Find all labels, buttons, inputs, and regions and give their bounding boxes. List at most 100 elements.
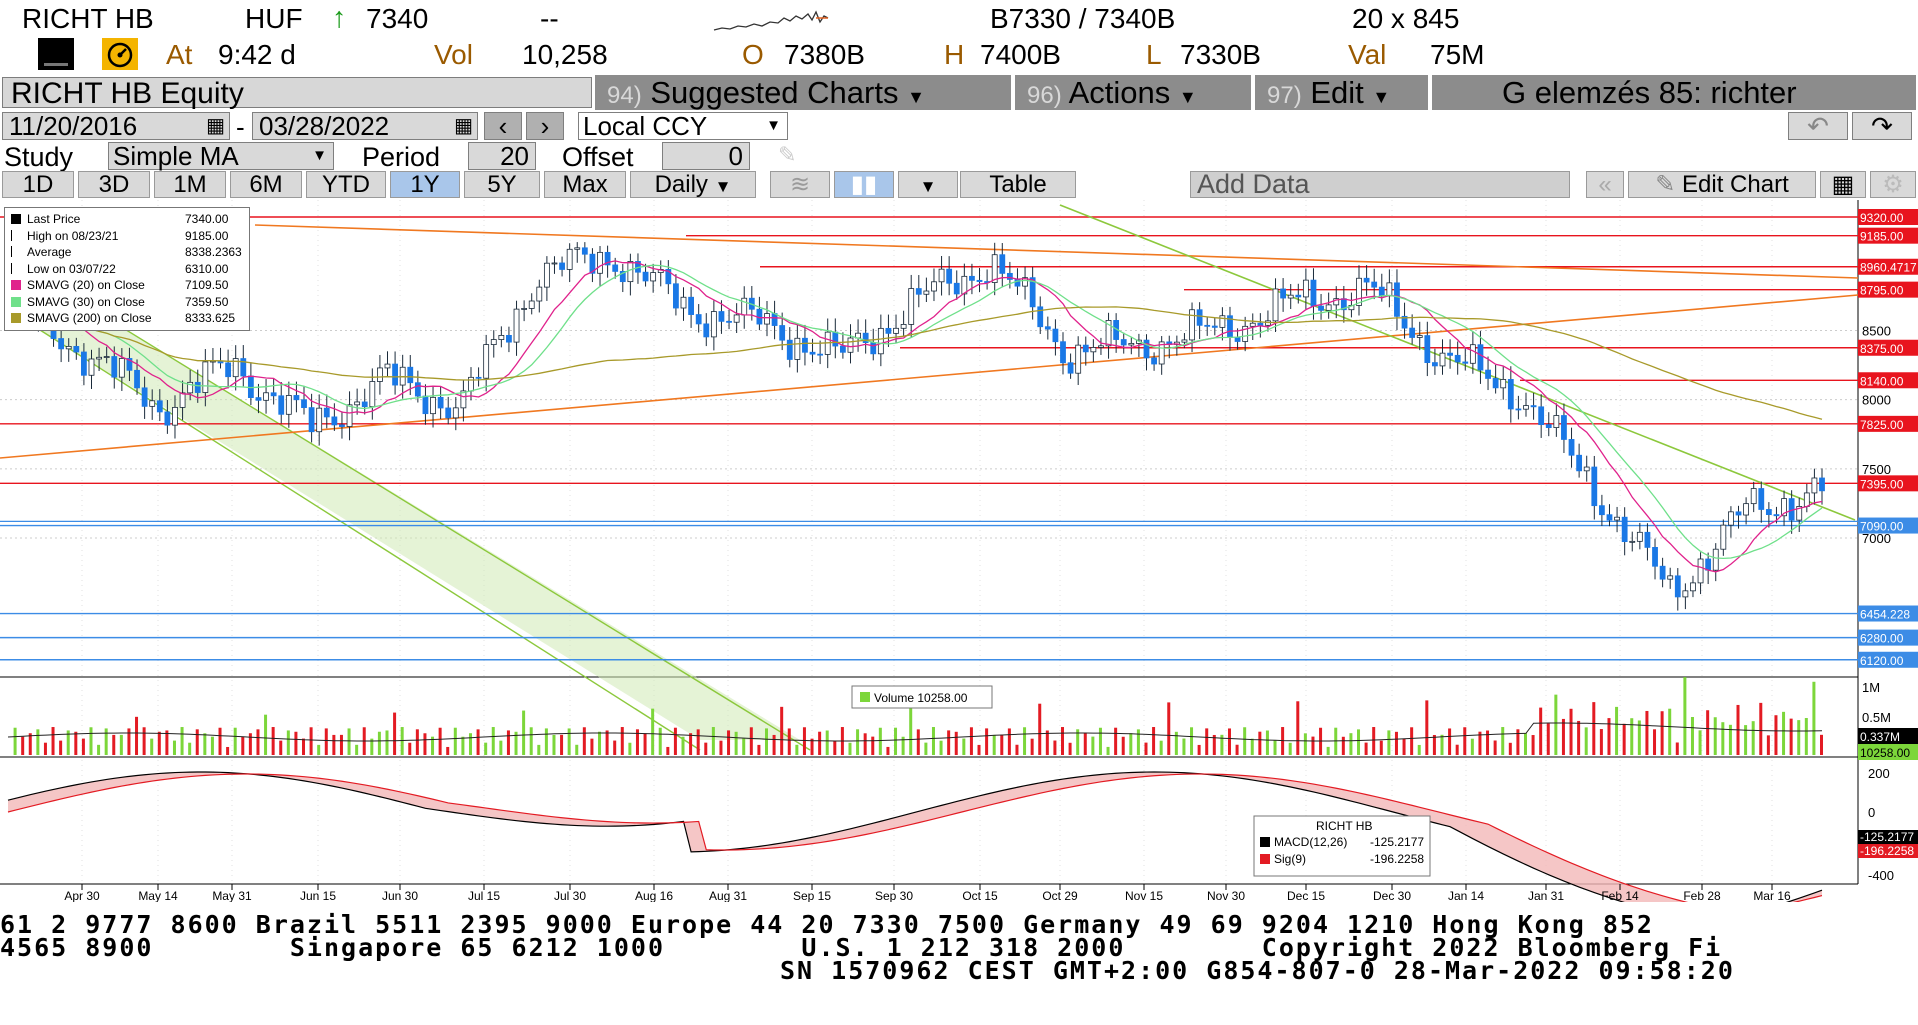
candle-body [1538, 406, 1545, 426]
period-input[interactable]: 20 [468, 142, 536, 170]
menu-number: 96) [1027, 82, 1062, 109]
undo-button[interactable]: ↶ [1788, 112, 1848, 140]
currency-select[interactable]: Local CCY ▼ [578, 112, 788, 140]
range-button-max[interactable]: Max [544, 171, 626, 198]
frequency-select[interactable]: Daily ▼ [630, 171, 756, 198]
start-date-field[interactable]: 11/20/2016 ▦ [2, 112, 230, 140]
legend-label: SMAVG (20) on Close [27, 278, 145, 292]
calendar-icon[interactable]: ▦ [206, 113, 225, 139]
chart-type-dropdown[interactable]: ▼ [898, 171, 958, 198]
range-button-6m[interactable]: 6M [230, 171, 302, 198]
candle-body [1378, 286, 1385, 297]
currency: HUF [245, 3, 303, 34]
candle-body [452, 407, 459, 419]
volume-bar [985, 728, 989, 755]
volume-bar [1152, 727, 1156, 755]
line-chart-button[interactable]: ≋ [770, 171, 830, 198]
candle-body [870, 342, 877, 355]
volume-bar [1569, 708, 1573, 755]
volume-bar [1463, 727, 1467, 755]
pencil-icon: ✎ [1655, 171, 1676, 198]
range-button-5y[interactable]: 5Y [464, 171, 540, 198]
candle-body [551, 262, 558, 265]
candle-body [202, 361, 209, 393]
volume-bar [210, 736, 214, 755]
signal-swatch-icon [1260, 854, 1270, 864]
candle-body [1098, 345, 1104, 348]
candle-body [270, 392, 277, 397]
volume-bar [506, 730, 510, 755]
x-tick-label: Jan 31 [1528, 889, 1564, 902]
volume-bar [795, 744, 799, 755]
candle-body [354, 401, 361, 406]
table-button[interactable]: Table [960, 171, 1076, 198]
volume-bar [142, 727, 146, 755]
price-level-label: 9320.00 [1860, 211, 1904, 225]
volume-bar [681, 736, 685, 755]
price-level-label: 6120.00 [1860, 654, 1904, 668]
volume-bar [484, 742, 488, 755]
candle-body [786, 339, 793, 360]
candle-body [1356, 277, 1362, 306]
candle-body [134, 369, 140, 389]
volume-bar [1000, 734, 1004, 755]
candle-body [794, 337, 801, 360]
volume-bar [916, 729, 920, 755]
candle-chart-button[interactable]: ▮▮ [834, 171, 894, 198]
candle-body [718, 311, 725, 322]
redo-button[interactable]: ↷ [1852, 112, 1912, 140]
candle-body [900, 324, 907, 329]
volume-bar [1744, 725, 1748, 755]
volume-bar [491, 727, 495, 755]
volume-bar [871, 736, 875, 755]
edit-chart-button[interactable]: ✎ Edit Chart [1628, 171, 1816, 198]
actions-menu[interactable]: 96) Actions ▼ [1015, 75, 1253, 110]
volume-bar [1599, 729, 1603, 755]
suggested-charts-menu[interactable]: 94) Suggested Charts ▼ [595, 75, 1013, 110]
legend-row: SMAVG (200) on Close 8333.625 [11, 311, 243, 326]
security-field[interactable]: RICHT HB Equity [2, 77, 592, 109]
candle-body [877, 327, 884, 355]
volume-bar [818, 731, 822, 755]
volume-bar [1265, 730, 1269, 755]
candle-body [1120, 339, 1127, 346]
black-square-icon[interactable] [38, 38, 74, 70]
next-period-button[interactable]: › [526, 112, 564, 140]
collapse-button[interactable]: « [1586, 171, 1624, 198]
candle-body [1257, 322, 1264, 326]
candle-body [323, 407, 330, 418]
volume-level-label: 0.337M [1860, 730, 1900, 744]
volume-bar [28, 733, 32, 755]
volume-bar [1766, 735, 1770, 755]
gauge-icon[interactable] [102, 38, 138, 70]
candle-body [1302, 279, 1309, 298]
gear-button[interactable]: ⚙ [1870, 171, 1916, 198]
macd-line [7, 771, 1823, 902]
candle-body [1151, 357, 1157, 365]
range-button-1y[interactable]: 1Y [390, 171, 460, 198]
range-button-3d[interactable]: 3D [78, 171, 150, 198]
edit-menu[interactable]: 97) Edit ▼ [1255, 75, 1430, 110]
volume-bar [1030, 738, 1034, 755]
study-select[interactable]: Simple MA ▼ [108, 142, 334, 170]
prev-period-button[interactable]: ‹ [484, 112, 522, 140]
price-chart[interactable]: 85008000750070009320.009185.008960.47178… [0, 200, 1918, 902]
pencil-icon[interactable]: ✎ [778, 142, 796, 168]
range-button-ytd[interactable]: YTD [306, 171, 386, 198]
range-button-1m[interactable]: 1M [154, 171, 226, 198]
x-tick-label: Jun 15 [300, 889, 336, 902]
add-data-input[interactable]: Add Data [1190, 171, 1570, 198]
volume-bar [81, 738, 85, 755]
calendar-icon[interactable]: ▦ [454, 113, 473, 139]
x-tick-label: Oct 29 [1042, 889, 1078, 902]
candle-body [528, 300, 535, 309]
volume-bar [962, 738, 966, 755]
end-date-field[interactable]: 03/28/2022 ▦ [252, 112, 478, 140]
volume-swatch-icon [860, 692, 870, 702]
candle-body [1477, 344, 1484, 371]
range-button-1d[interactable]: 1D [2, 171, 74, 198]
candle-body [1507, 379, 1514, 410]
volume-bar [423, 733, 427, 755]
chart-settings-button[interactable]: ▦ [1820, 171, 1866, 198]
offset-input[interactable]: 0 [662, 142, 750, 170]
